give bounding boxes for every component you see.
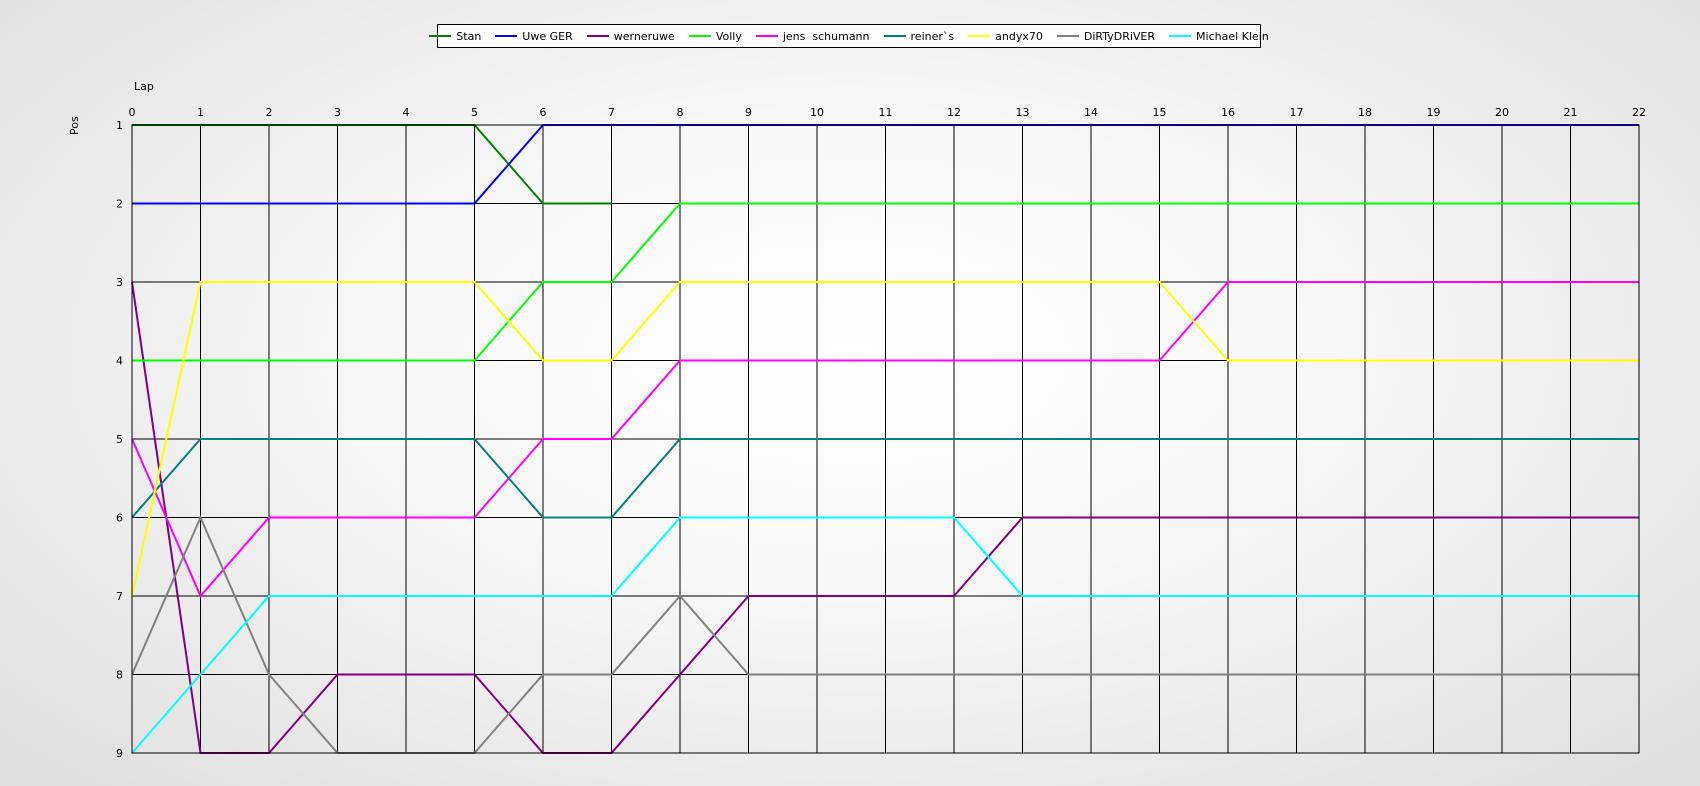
y-tick-label: 6	[116, 512, 123, 525]
y-tick-label: 1	[116, 119, 123, 132]
y-tick-label: 3	[116, 276, 123, 289]
x-tick-label: 20	[1495, 106, 1509, 119]
x-tick-label: 3	[334, 106, 341, 119]
x-tick-label: 18	[1358, 106, 1372, 119]
series-line-stan	[132, 124, 612, 205]
x-tick-label: 22	[1632, 106, 1646, 119]
x-axis-label: Lap	[134, 80, 154, 93]
x-tick-label: 2	[266, 106, 273, 119]
x-tick-label: 10	[810, 106, 824, 119]
x-tick-label: 1	[197, 106, 204, 119]
x-tick-label: 4	[403, 106, 410, 119]
x-tick-label: 15	[1153, 106, 1167, 119]
x-tick-label: 7	[608, 106, 615, 119]
x-tick-label: 21	[1564, 106, 1578, 119]
position-chart: Lap Pos 0 1 2 3 4 5 6 7 8 9 10 11 12 13 14 15 16 17 18 19 20…	[68, 80, 1647, 760]
x-tick-label: 12	[947, 106, 961, 119]
x-tick-label: 14	[1084, 106, 1098, 119]
y-tick-label: 8	[116, 669, 123, 682]
x-tick-label: 13	[1016, 106, 1030, 119]
y-tick-label: 5	[116, 433, 123, 446]
x-tick-label: 16	[1221, 106, 1235, 119]
x-tick-label: 8	[677, 106, 684, 119]
x-tick-label: 11	[879, 106, 893, 119]
x-tick-label: 0	[129, 106, 136, 119]
y-tick-label: 4	[116, 355, 123, 368]
x-tick-label: 9	[745, 106, 752, 119]
y-axis-label: Pos	[68, 116, 81, 135]
y-tick-label: 9	[116, 747, 123, 760]
y-tick-labels: 1 2 3 4 5 6 7 8 9	[116, 119, 123, 760]
y-tick-label: 7	[116, 590, 123, 603]
y-tick-label: 2	[116, 198, 123, 211]
x-tick-label: 17	[1290, 106, 1304, 119]
x-tick-label: 19	[1427, 106, 1441, 119]
x-tick-label: 5	[471, 106, 478, 119]
x-tick-labels: 0 1 2 3 4 5 6 7 8 9 10 11 12 13 14 15 16 17 18 19 20 21 22	[129, 106, 1647, 119]
x-tick-label: 6	[540, 106, 547, 119]
